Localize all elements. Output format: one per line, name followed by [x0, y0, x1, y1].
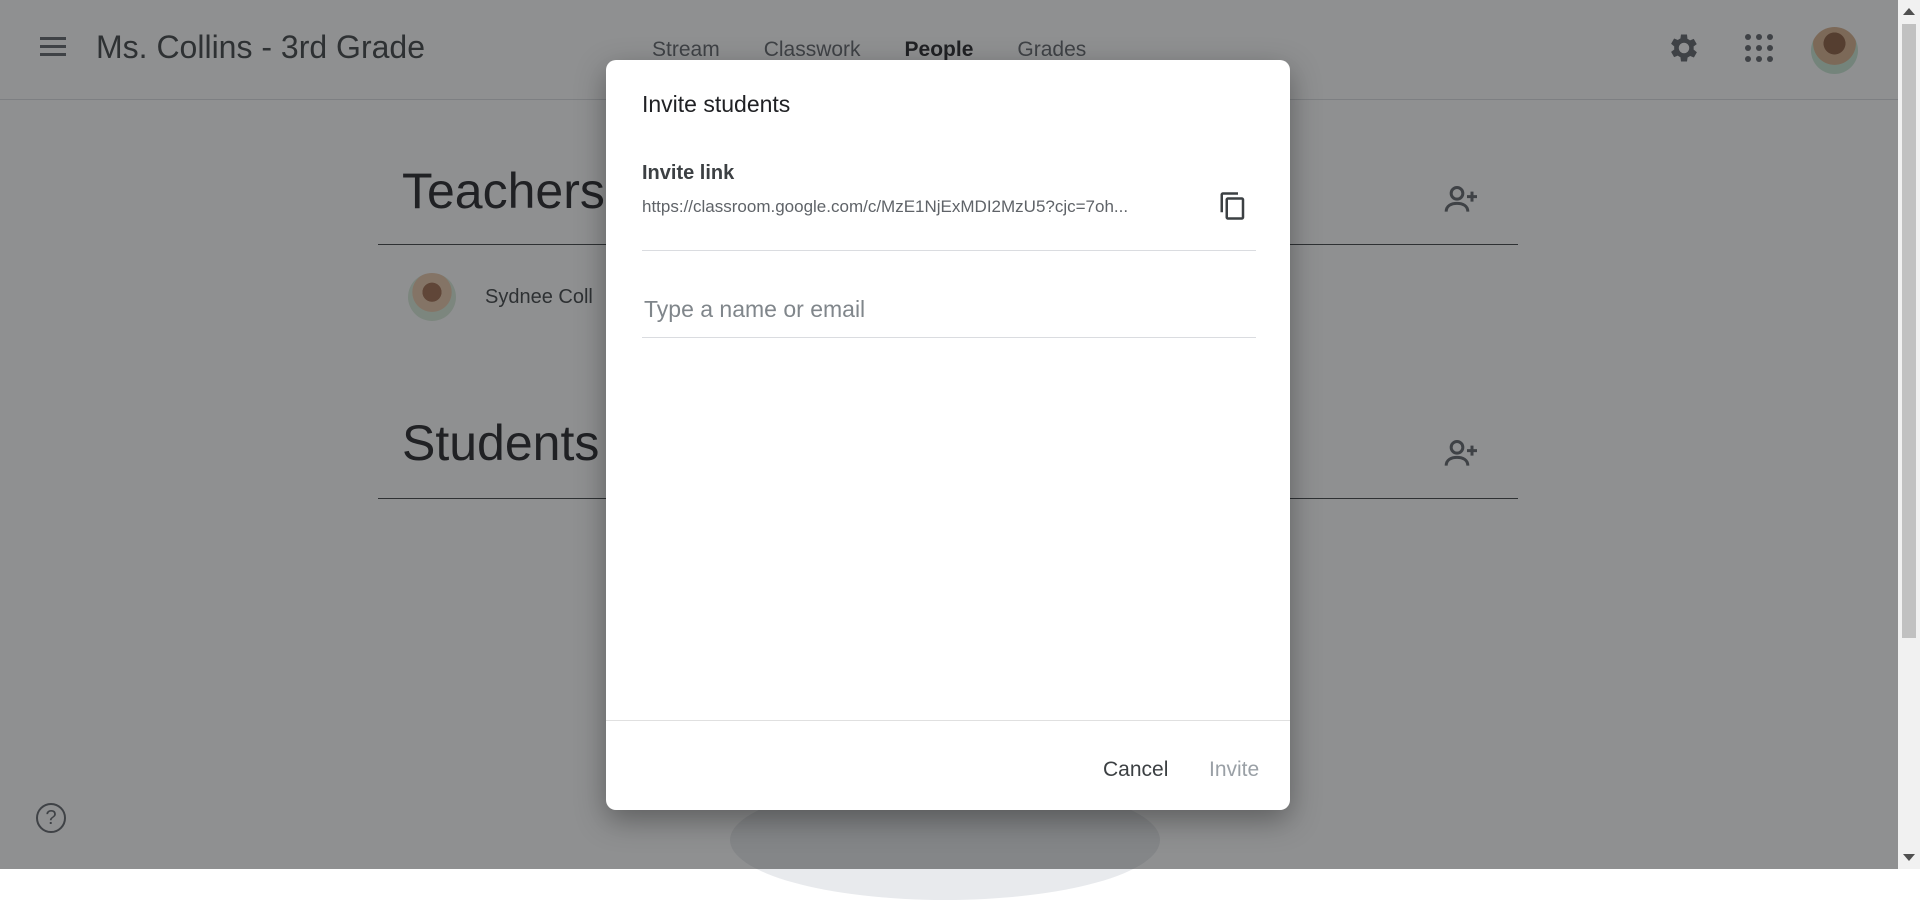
invite-link-url[interactable]: https://classroom.google.com/c/MzE1NjExM… [642, 197, 1190, 217]
scrollbar-thumb[interactable] [1902, 24, 1916, 638]
invite-button[interactable]: Invite [1209, 758, 1259, 782]
dialog-title: Invite students [642, 91, 791, 117]
page-scrollbar[interactable] [1898, 0, 1920, 869]
scroll-down-arrow-icon[interactable] [1903, 854, 1915, 861]
copy-link-icon[interactable] [1218, 191, 1248, 221]
dialog-divider [642, 250, 1256, 251]
name-or-email-input[interactable] [642, 282, 1256, 338]
cancel-button[interactable]: Cancel [1103, 758, 1168, 782]
invite-link-label: Invite link [642, 162, 735, 184]
dialog-footer-divider [606, 720, 1290, 721]
scroll-up-arrow-icon[interactable] [1903, 8, 1915, 15]
invite-students-dialog: Invite students Invite link https://clas… [606, 60, 1290, 810]
